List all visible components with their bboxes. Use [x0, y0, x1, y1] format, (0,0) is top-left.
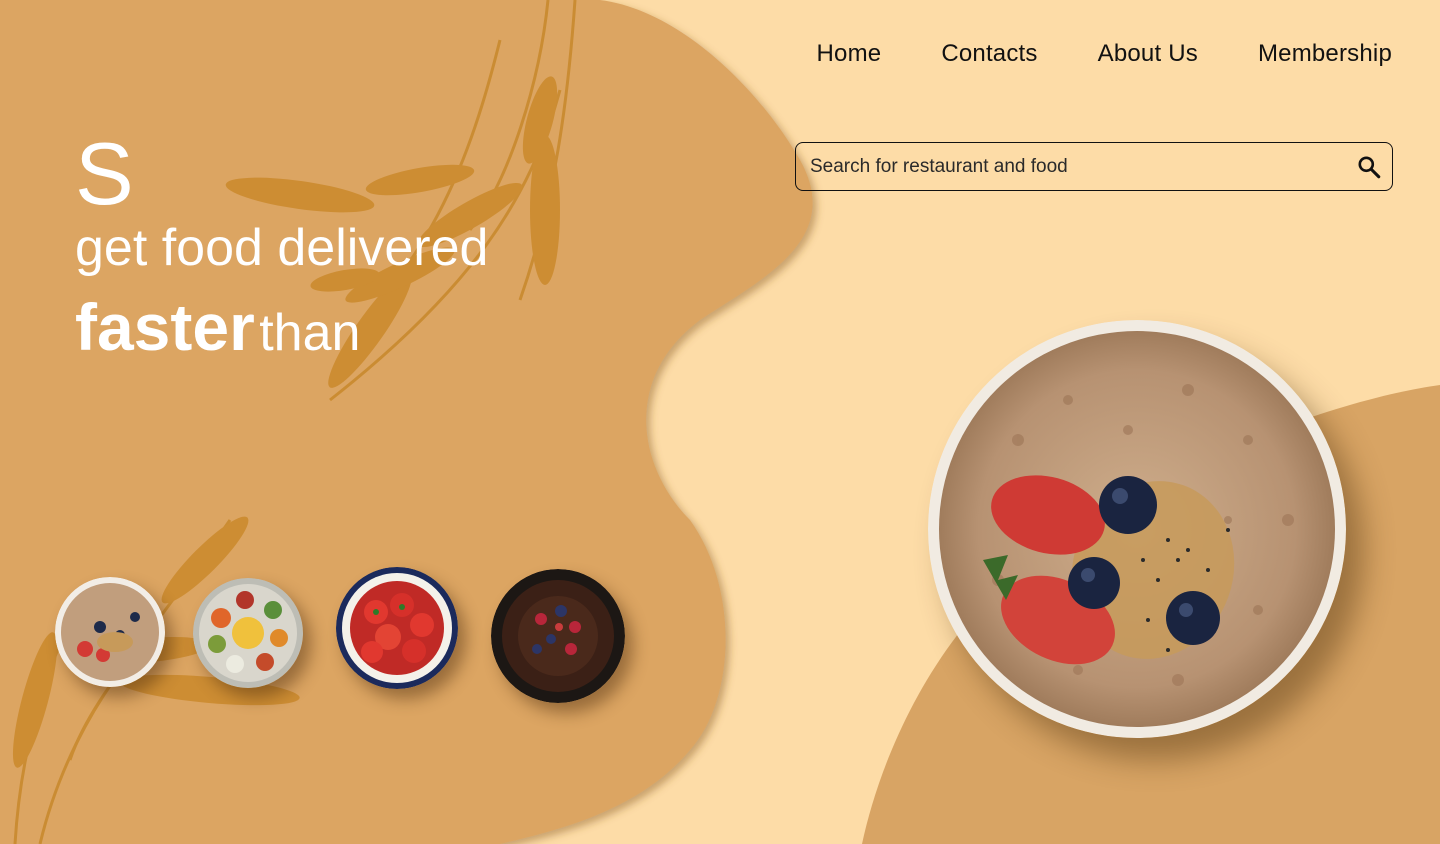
search-bar — [795, 142, 1393, 191]
thumbnail-strawberry-bowl[interactable] — [336, 567, 458, 689]
search-icon[interactable] — [1346, 144, 1392, 190]
hero-headline: faster than — [75, 294, 488, 379]
thumbnail-oatmeal-bowl[interactable] — [55, 577, 165, 687]
thumbnail-thali-plate[interactable] — [193, 578, 303, 688]
search-input[interactable] — [796, 143, 1346, 190]
hero-tagline: get food delivered — [75, 219, 489, 277]
hero-bold-word: faster — [75, 290, 255, 364]
nav-contacts[interactable]: Contacts — [941, 40, 1037, 68]
nav-membership[interactable]: Membership — [1258, 40, 1392, 68]
hero-than-word: than — [259, 304, 361, 362]
featured-oatmeal-bowl — [928, 320, 1346, 738]
hero-initial: S — [75, 124, 134, 223]
thumbnail-chocolate-cake[interactable] — [491, 569, 625, 703]
hero-text: S get food delivered faster than — [75, 128, 488, 379]
nav-about-us[interactable]: About Us — [1098, 40, 1198, 68]
main-nav: Home Contacts About Us Membership — [816, 40, 1392, 68]
nav-home[interactable]: Home — [816, 40, 881, 68]
